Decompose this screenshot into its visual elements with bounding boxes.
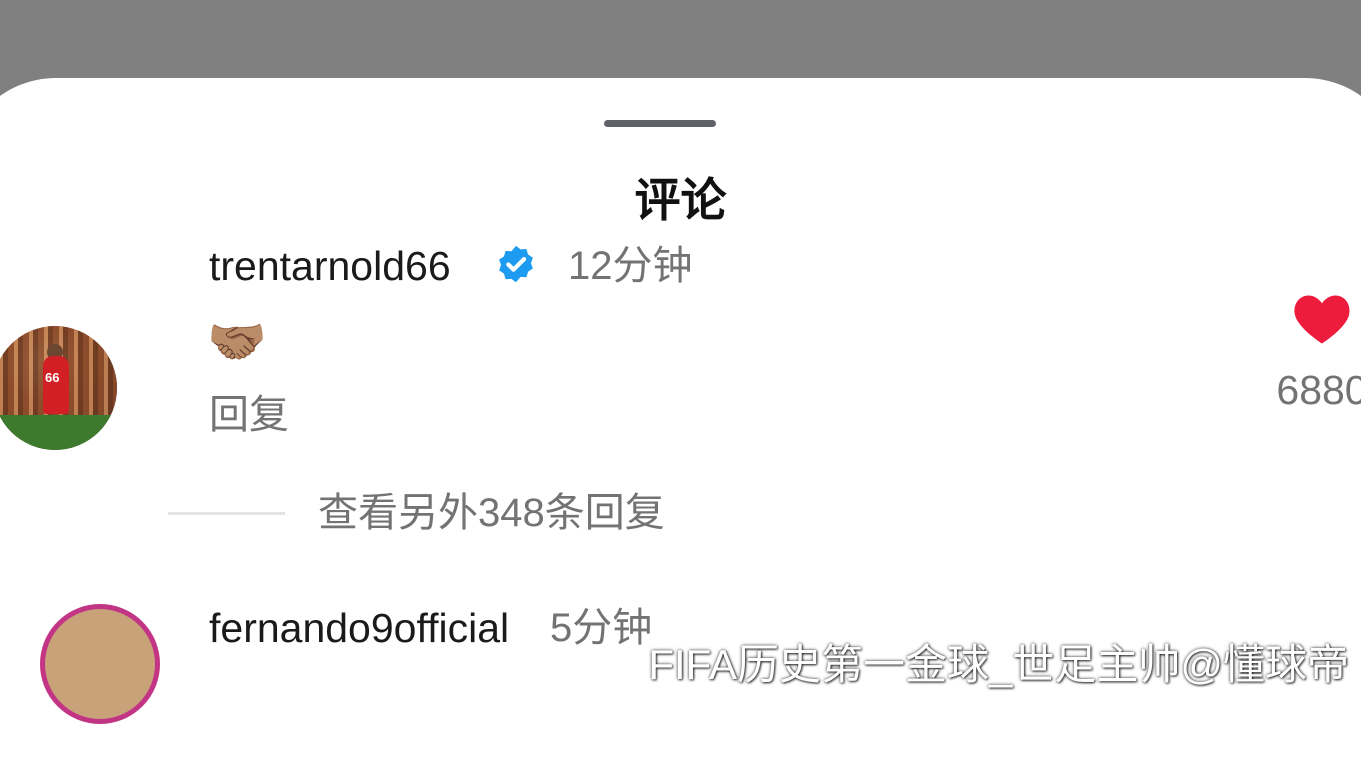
heart-icon[interactable] bbox=[1292, 290, 1352, 346]
comment-time: 12分钟 bbox=[568, 244, 693, 288]
reply-button[interactable]: 回复 bbox=[209, 391, 289, 439]
comment-username[interactable]: fernando9official bbox=[209, 604, 509, 652]
view-replies-button[interactable]: 查看另外348条回复 bbox=[318, 489, 665, 537]
comment-username[interactable]: trentarnold66 bbox=[209, 242, 451, 290]
avatar[interactable] bbox=[40, 604, 160, 724]
sheet-title: 评论 bbox=[634, 174, 727, 226]
drag-handle[interactable] bbox=[604, 120, 716, 127]
verified-badge-icon bbox=[499, 245, 533, 283]
avatar[interactable]: 66 bbox=[0, 326, 117, 450]
like-count: 6880 bbox=[1276, 367, 1361, 413]
comment-time: 5分钟 bbox=[550, 606, 653, 650]
comment-text: 🤝🏽 bbox=[207, 316, 267, 369]
watermark: FIFA历史第一金球_世足主帅@懂球帝 bbox=[648, 641, 1349, 688]
replies-divider bbox=[168, 512, 285, 515]
